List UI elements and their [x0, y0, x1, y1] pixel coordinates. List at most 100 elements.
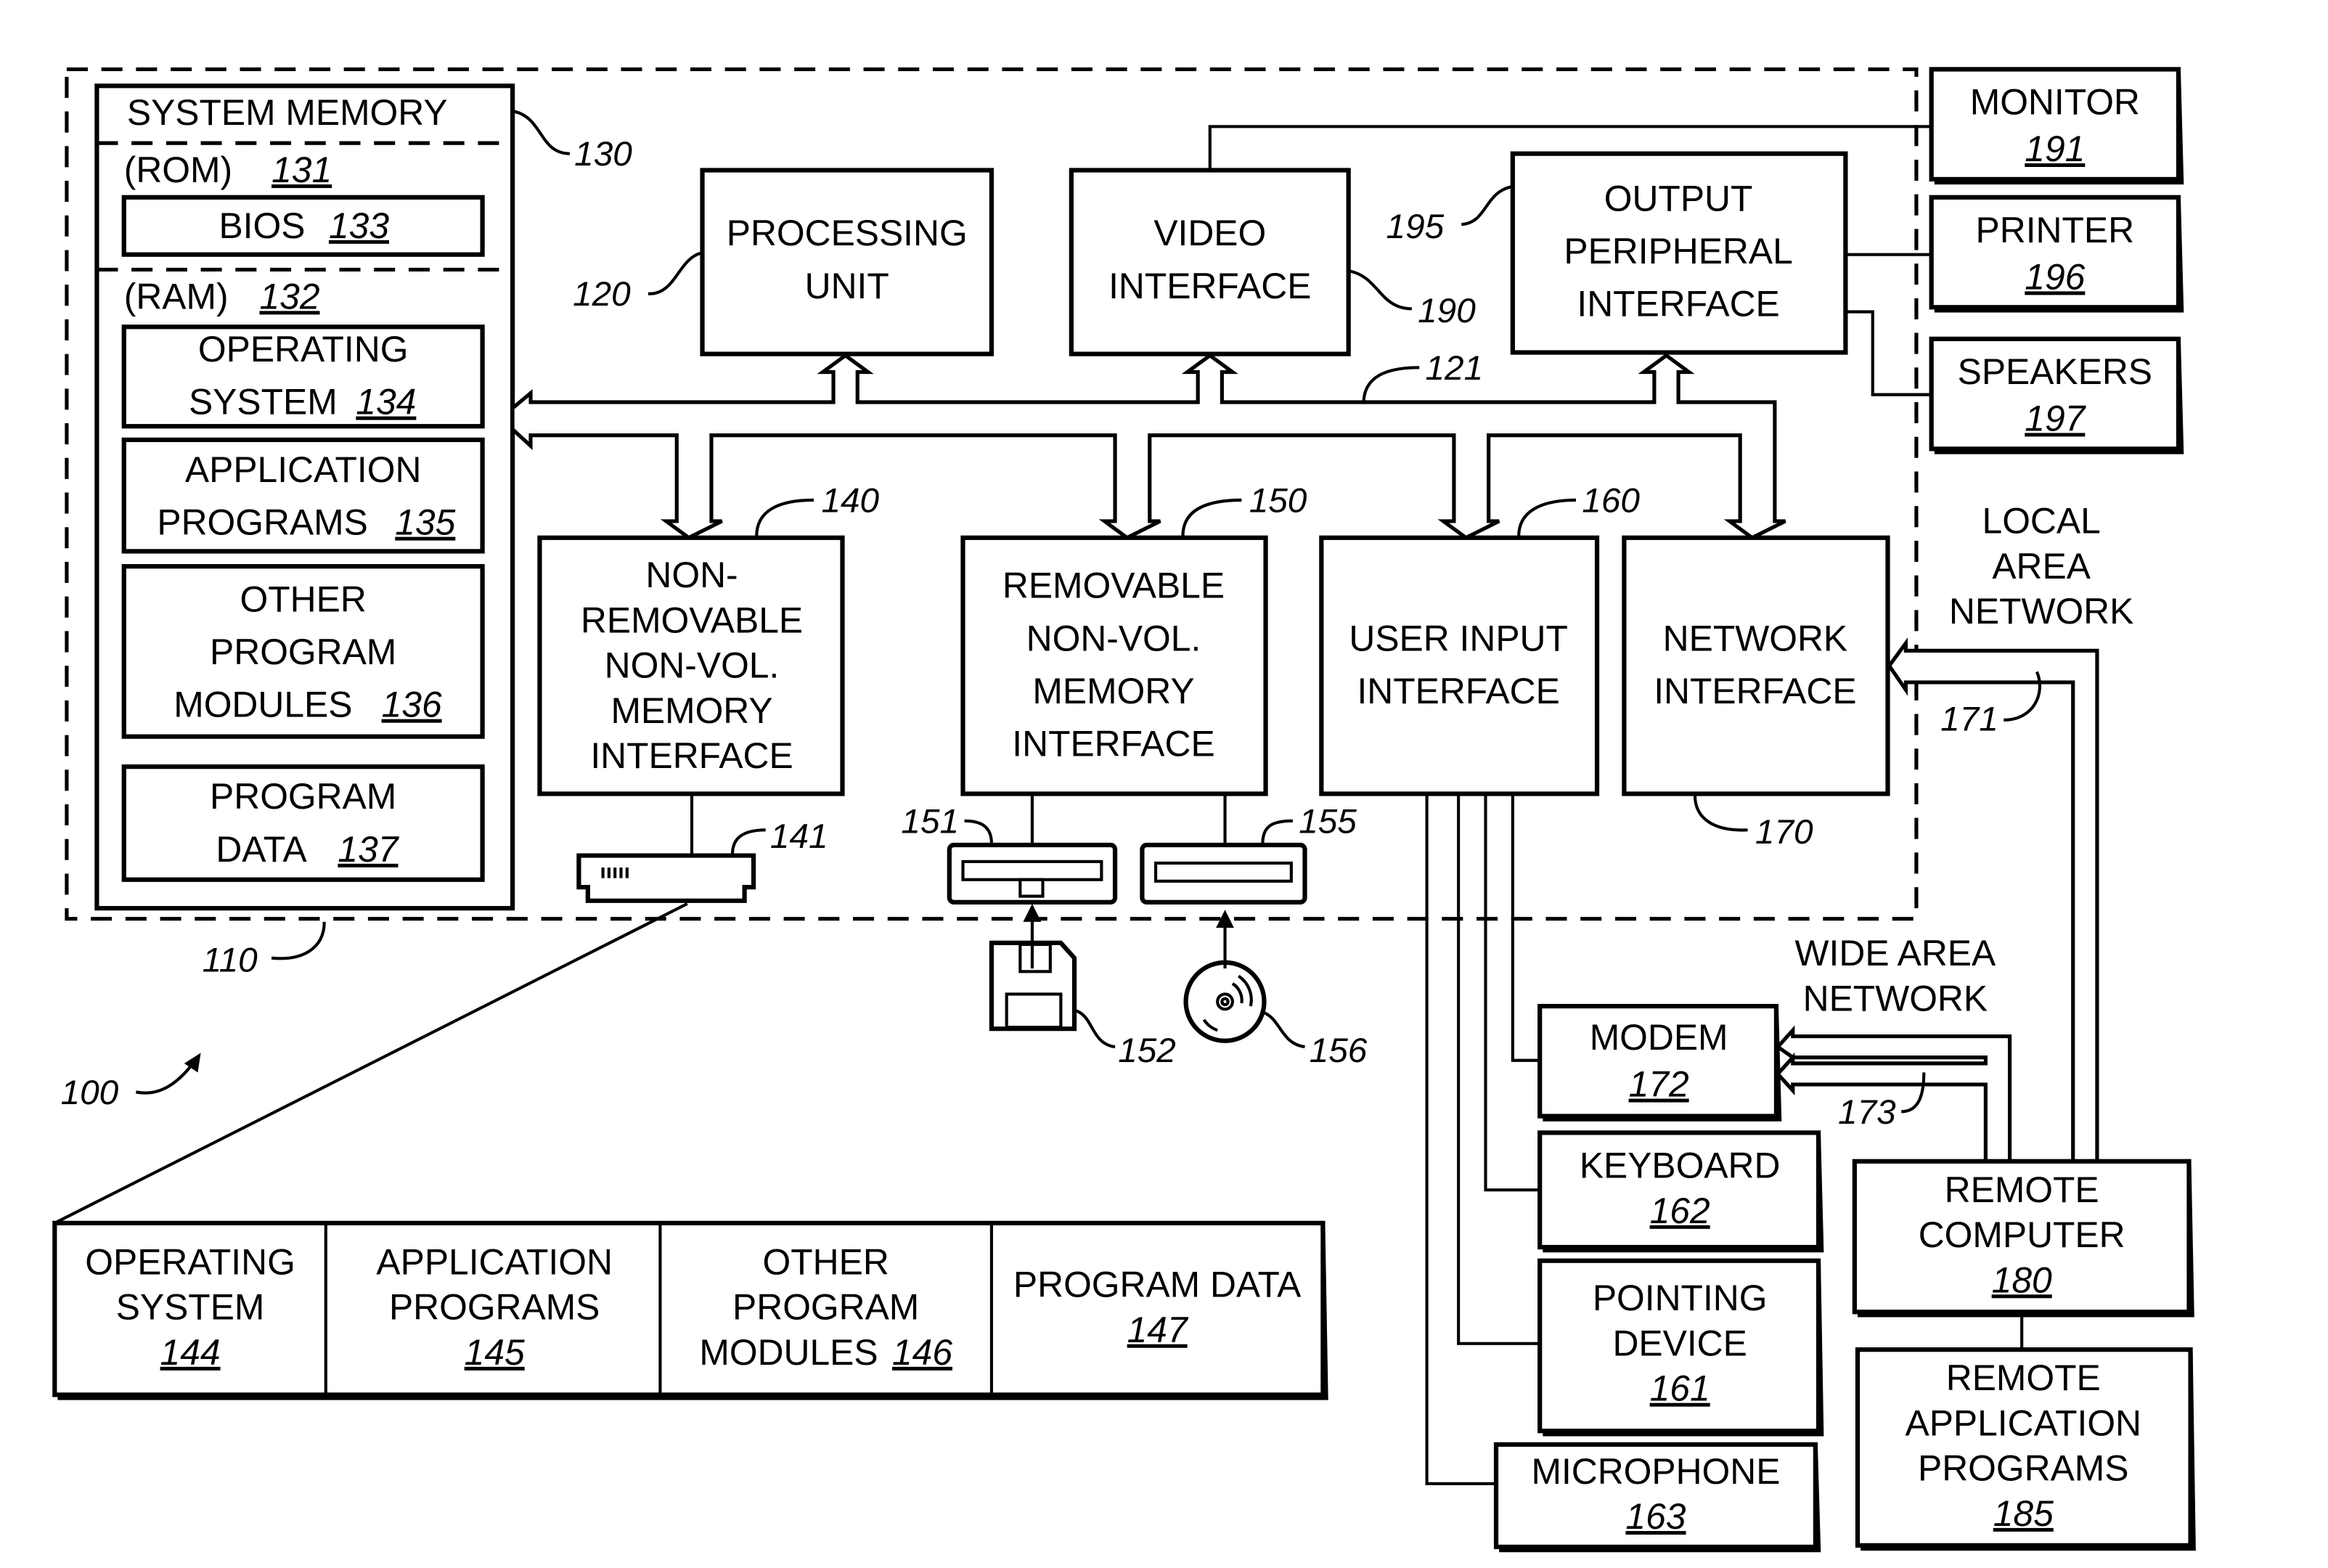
ref-151: 151	[901, 802, 959, 841]
processing-unit-line1: PROCESSING	[727, 213, 968, 253]
leader-156	[1262, 1010, 1305, 1049]
modem-ref: 172	[1629, 1064, 1689, 1105]
monitor-label: MONITOR	[1970, 82, 2140, 123]
optical-drive-icon	[1140, 842, 1307, 905]
uii-line2: INTERFACE	[1357, 671, 1559, 711]
monitor-ref: 191	[2025, 128, 2085, 169]
ref-160: 160	[1582, 481, 1640, 520]
floppy-slot	[961, 859, 1103, 881]
ref-171: 171	[1940, 700, 1998, 738]
hard-disk-vents	[601, 867, 629, 878]
disk-modules-ref: 146	[892, 1332, 952, 1373]
ri-line2: NON-VOL.	[1026, 618, 1201, 658]
leader-141	[730, 828, 766, 854]
ref-195: 195	[1386, 208, 1445, 246]
disk-modules-line1: OTHER	[763, 1241, 889, 1282]
ri-line3: MEMORY	[1032, 671, 1194, 711]
floppy-drive-icon	[947, 842, 1118, 905]
floppy-slot-latch	[1018, 878, 1045, 898]
video-interface-line1: VIDEO	[1153, 213, 1266, 253]
opi-line3: INTERFACE	[1577, 284, 1779, 324]
bios-label: BIOS	[218, 205, 305, 246]
remote-computer-line1: REMOTE	[1945, 1169, 2099, 1210]
disk-apps-ref: 145	[465, 1332, 525, 1373]
floppy-label-area	[1005, 992, 1063, 1029]
disk-data-line1: PROGRAM DATA	[1013, 1265, 1302, 1305]
disk-os-line2: SYSTEM	[116, 1287, 265, 1328]
apps-135-line1: APPLICATION	[185, 449, 422, 490]
microphone-label: MICROPHONE	[1531, 1451, 1780, 1492]
ni-line2: INTERFACE	[1654, 671, 1856, 711]
uii-to-pointing-line	[1457, 793, 1540, 1345]
ram-label: (RAM)	[124, 276, 229, 317]
uii-line1: USER INPUT	[1349, 618, 1567, 658]
rom-ref: 131	[271, 150, 332, 190]
opi-to-speakers-line	[1845, 310, 1933, 396]
optical-disk-hub	[1216, 992, 1234, 1011]
leader-155	[1261, 819, 1293, 844]
ref-121: 121	[1426, 349, 1484, 388]
data-137-line2: DATA	[216, 829, 307, 870]
leader-140	[755, 498, 814, 536]
ref-173: 173	[1838, 1093, 1896, 1132]
ref-110: 110	[203, 941, 258, 979]
ref-141: 141	[770, 817, 828, 856]
nri-line5: INTERFACE	[590, 735, 793, 776]
ref-150: 150	[1249, 481, 1307, 520]
nri-line3: NON-VOL.	[605, 645, 780, 686]
leader-190	[1349, 269, 1412, 311]
pointing-device-line2: DEVICE	[1612, 1323, 1747, 1363]
user-input-interface-box	[1319, 535, 1600, 796]
data-137-ref: 137	[338, 829, 399, 870]
figure-ref-100: 100	[61, 1074, 119, 1112]
nri-line4: MEMORY	[610, 690, 772, 731]
processing-unit-line2: UNIT	[805, 266, 889, 306]
ref-156: 156	[1310, 1032, 1368, 1070]
ref-152: 152	[1118, 1032, 1176, 1070]
leader-110	[271, 921, 326, 960]
remote-apps-line3: PROGRAMS	[1918, 1448, 2128, 1489]
disk-apps-line1: APPLICATION	[376, 1241, 613, 1282]
ref-120: 120	[573, 275, 631, 314]
pointing-device-line1: POINTING	[1593, 1278, 1768, 1318]
remote-apps-ref: 185	[1993, 1493, 2054, 1534]
leader-120	[648, 251, 702, 295]
apps-135-line2: PROGRAMS	[157, 502, 367, 543]
ref-155: 155	[1299, 802, 1357, 841]
video-interface-box	[1069, 168, 1351, 356]
modules-136-line1: OTHER	[240, 579, 367, 619]
disk-os-line1: OPERATING	[85, 1241, 295, 1282]
modem-label: MODEM	[1590, 1017, 1728, 1058]
remote-computer-ref: 180	[1992, 1259, 2052, 1300]
speakers-ref: 197	[2025, 398, 2086, 438]
wan-line2: NETWORK	[1803, 978, 1988, 1018]
nri-line2: REMOVABLE	[581, 600, 803, 640]
remote-computer-line2: COMPUTER	[1919, 1214, 2125, 1255]
ni-line1: NETWORK	[1663, 618, 1847, 658]
ref-190: 190	[1418, 292, 1476, 330]
remote-apps-line1: REMOTE	[1946, 1357, 2101, 1398]
leader-152	[1075, 1009, 1116, 1049]
processing-unit-box	[700, 168, 994, 356]
lan-line3: NETWORK	[1949, 591, 2133, 632]
leader-160	[1517, 498, 1576, 536]
pointing-device-ref: 161	[1650, 1368, 1710, 1409]
lan-line1: LOCAL	[1982, 501, 2101, 542]
wan-line1: WIDE AREA	[1795, 933, 1996, 973]
leader-150	[1181, 498, 1242, 536]
computing-system-diagram: 110 100 SYSTEM MEMORY (ROM) 131 BIOS 133…	[52, 67, 2196, 1553]
leader-170	[1693, 795, 1748, 832]
remote-apps-line2: APPLICATION	[1905, 1402, 2141, 1443]
system-memory: SYSTEM MEMORY (ROM) 131 BIOS 133 (RAM) 1…	[94, 83, 515, 911]
apps-135-ref: 135	[395, 502, 455, 543]
microphone-ref: 163	[1625, 1496, 1686, 1537]
leader-151	[964, 819, 993, 844]
disk-data-ref: 147	[1127, 1310, 1189, 1350]
os-134-ref: 134	[356, 382, 416, 422]
printer-label: PRINTER	[1976, 210, 2135, 250]
rom-label: (ROM)	[124, 150, 232, 190]
ri-line4: INTERFACE	[1012, 724, 1214, 764]
opi-line2: PERIPHERAL	[1564, 231, 1792, 271]
uii-to-modem-line	[1511, 793, 1540, 1062]
hdd-to-contents-line	[54, 902, 688, 1225]
